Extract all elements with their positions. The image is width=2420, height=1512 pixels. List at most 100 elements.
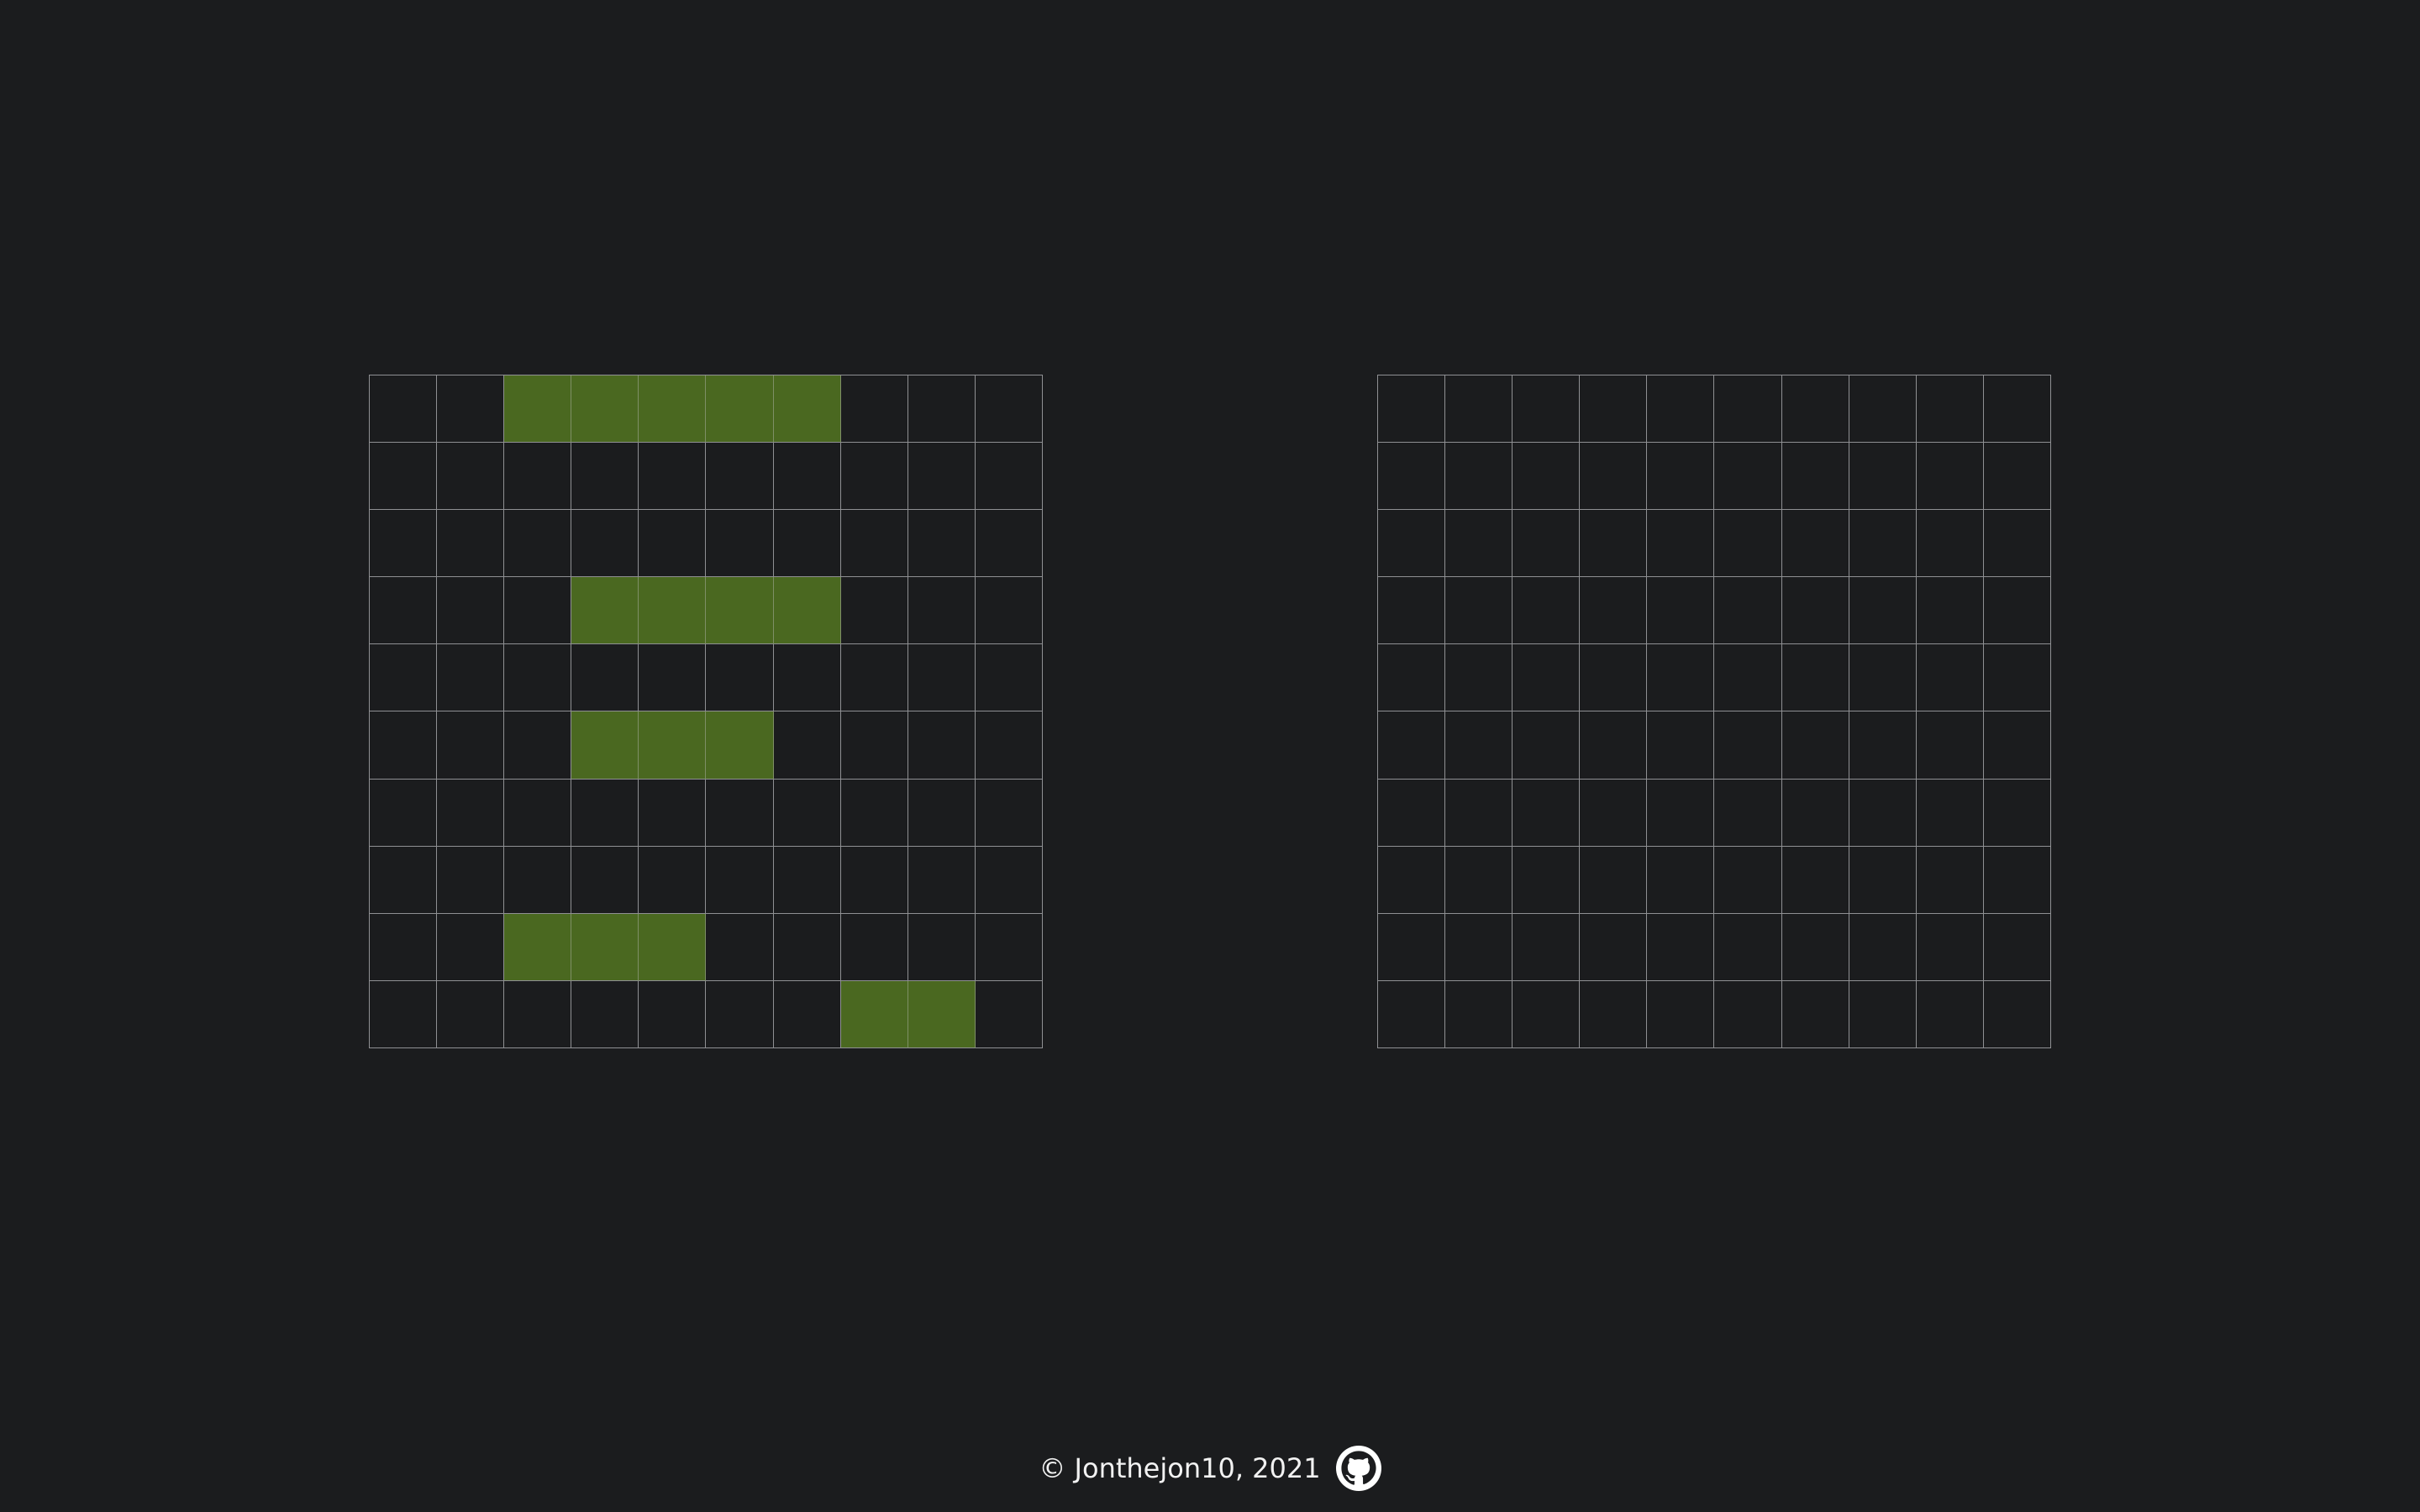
player-board-cell[interactable] bbox=[773, 644, 841, 712]
enemy-board-cell[interactable] bbox=[1445, 980, 1513, 1048]
enemy-board-cell[interactable] bbox=[1445, 577, 1513, 645]
player-board-cell[interactable] bbox=[773, 510, 841, 578]
enemy-board-cell[interactable] bbox=[1714, 510, 1782, 578]
enemy-board-cell[interactable] bbox=[1781, 913, 1849, 981]
enemy-board-cell[interactable] bbox=[1849, 779, 1917, 847]
enemy-board-cell[interactable] bbox=[1445, 913, 1513, 981]
player-board-cell[interactable] bbox=[504, 644, 572, 712]
enemy-board-cell[interactable] bbox=[1378, 644, 1446, 712]
enemy-board-cell[interactable] bbox=[1714, 779, 1782, 847]
enemy-board-cell[interactable] bbox=[1781, 644, 1849, 712]
player-board-cell[interactable] bbox=[840, 846, 908, 914]
enemy-board-cell[interactable] bbox=[1647, 510, 1715, 578]
enemy-board-cell[interactable] bbox=[1714, 375, 1782, 444]
enemy-board-cell[interactable] bbox=[1983, 711, 2051, 780]
player-board-cell[interactable] bbox=[975, 375, 1043, 444]
player-board-cell[interactable] bbox=[639, 443, 707, 511]
player-board-cell[interactable] bbox=[840, 375, 908, 444]
player-board-cell[interactable] bbox=[370, 846, 438, 914]
enemy-board-cell[interactable] bbox=[1647, 443, 1715, 511]
enemy-board-cell[interactable] bbox=[1849, 375, 1917, 444]
player-board-cell[interactable] bbox=[908, 510, 976, 578]
player-board-cell[interactable] bbox=[840, 779, 908, 847]
player-board-cell[interactable] bbox=[773, 913, 841, 981]
enemy-board-cell[interactable] bbox=[1378, 711, 1446, 780]
player-board-cell[interactable] bbox=[437, 443, 505, 511]
player-board-cell[interactable] bbox=[639, 980, 707, 1048]
enemy-board-cell[interactable] bbox=[1916, 644, 1984, 712]
enemy-board-cell[interactable] bbox=[1647, 779, 1715, 847]
enemy-board-cell[interactable] bbox=[1445, 510, 1513, 578]
enemy-board-cell[interactable] bbox=[1378, 980, 1446, 1048]
player-board-cell[interactable] bbox=[370, 711, 438, 780]
player-board-cell[interactable] bbox=[437, 375, 505, 444]
enemy-board-cell[interactable] bbox=[1378, 375, 1446, 444]
player-board-cell[interactable] bbox=[706, 913, 774, 981]
enemy-board-cell[interactable] bbox=[1580, 443, 1648, 511]
player-board-cell[interactable] bbox=[706, 510, 774, 578]
player-board-cell[interactable] bbox=[370, 510, 438, 578]
player-board-cell[interactable] bbox=[908, 711, 976, 780]
enemy-board-cell[interactable] bbox=[1580, 375, 1648, 444]
player-board-cell[interactable] bbox=[975, 577, 1043, 645]
player-board-cell[interactable] bbox=[639, 510, 707, 578]
player-board-cell[interactable] bbox=[639, 644, 707, 712]
player-board-ship-cell[interactable] bbox=[706, 577, 774, 645]
player-board-cell[interactable] bbox=[571, 510, 639, 578]
player-board-cell[interactable] bbox=[706, 980, 774, 1048]
enemy-board-cell[interactable] bbox=[1781, 846, 1849, 914]
player-board-cell[interactable] bbox=[773, 779, 841, 847]
player-board-cell[interactable] bbox=[706, 443, 774, 511]
player-board-ship-cell[interactable] bbox=[571, 375, 639, 444]
enemy-board-cell[interactable] bbox=[1849, 846, 1917, 914]
player-board-cell[interactable] bbox=[975, 980, 1043, 1048]
enemy-board-cell[interactable] bbox=[1781, 510, 1849, 578]
player-board-cell[interactable] bbox=[773, 711, 841, 780]
player-board-cell[interactable] bbox=[571, 443, 639, 511]
enemy-board-cell[interactable] bbox=[1983, 577, 2051, 645]
enemy-board-cell[interactable] bbox=[1781, 711, 1849, 780]
player-board-cell[interactable] bbox=[437, 846, 505, 914]
player-board-cell[interactable] bbox=[571, 779, 639, 847]
enemy-board-cell[interactable] bbox=[1781, 779, 1849, 847]
enemy-board-cell[interactable] bbox=[1983, 779, 2051, 847]
enemy-board-cell[interactable] bbox=[1781, 375, 1849, 444]
player-board-cell[interactable] bbox=[639, 846, 707, 914]
player-board-cell[interactable] bbox=[370, 577, 438, 645]
player-board-cell[interactable] bbox=[908, 913, 976, 981]
enemy-board-cell[interactable] bbox=[1378, 913, 1446, 981]
enemy-board-cell[interactable] bbox=[1983, 510, 2051, 578]
enemy-board-cell[interactable] bbox=[1512, 913, 1581, 981]
enemy-board-cell[interactable] bbox=[1580, 510, 1648, 578]
player-board-ship-cell[interactable] bbox=[504, 375, 572, 444]
player-board-cell[interactable] bbox=[840, 577, 908, 645]
player-board-cell[interactable] bbox=[706, 846, 774, 914]
enemy-board-cell[interactable] bbox=[1378, 443, 1446, 511]
enemy-board-cell[interactable] bbox=[1512, 779, 1581, 847]
enemy-board-cell[interactable] bbox=[1512, 644, 1581, 712]
player-board-cell[interactable] bbox=[975, 644, 1043, 712]
player-board-cell[interactable] bbox=[504, 510, 572, 578]
enemy-board-cell[interactable] bbox=[1647, 913, 1715, 981]
player-board-ship-cell[interactable] bbox=[639, 375, 707, 444]
enemy-board-cell[interactable] bbox=[1781, 443, 1849, 511]
enemy-board-cell[interactable] bbox=[1647, 846, 1715, 914]
enemy-board-cell[interactable] bbox=[1916, 443, 1984, 511]
player-board-cell[interactable] bbox=[370, 375, 438, 444]
player-board-cell[interactable] bbox=[975, 443, 1043, 511]
player-board-ship-cell[interactable] bbox=[639, 711, 707, 780]
enemy-board-cell[interactable] bbox=[1983, 375, 2051, 444]
enemy-board-cell[interactable] bbox=[1378, 779, 1446, 847]
player-board-cell[interactable] bbox=[639, 779, 707, 847]
enemy-board-cell[interactable] bbox=[1714, 913, 1782, 981]
enemy-board-cell[interactable] bbox=[1916, 711, 1984, 780]
player-board-ship-cell[interactable] bbox=[706, 375, 774, 444]
enemy-board-cell[interactable] bbox=[1647, 644, 1715, 712]
player-board-ship-cell[interactable] bbox=[773, 375, 841, 444]
enemy-board-cell[interactable] bbox=[1580, 711, 1648, 780]
player-board-ship-cell[interactable] bbox=[706, 711, 774, 780]
player-board-cell[interactable] bbox=[571, 980, 639, 1048]
enemy-board-cell[interactable] bbox=[1714, 443, 1782, 511]
player-board-cell[interactable] bbox=[504, 577, 572, 645]
player-board-cell[interactable] bbox=[370, 644, 438, 712]
